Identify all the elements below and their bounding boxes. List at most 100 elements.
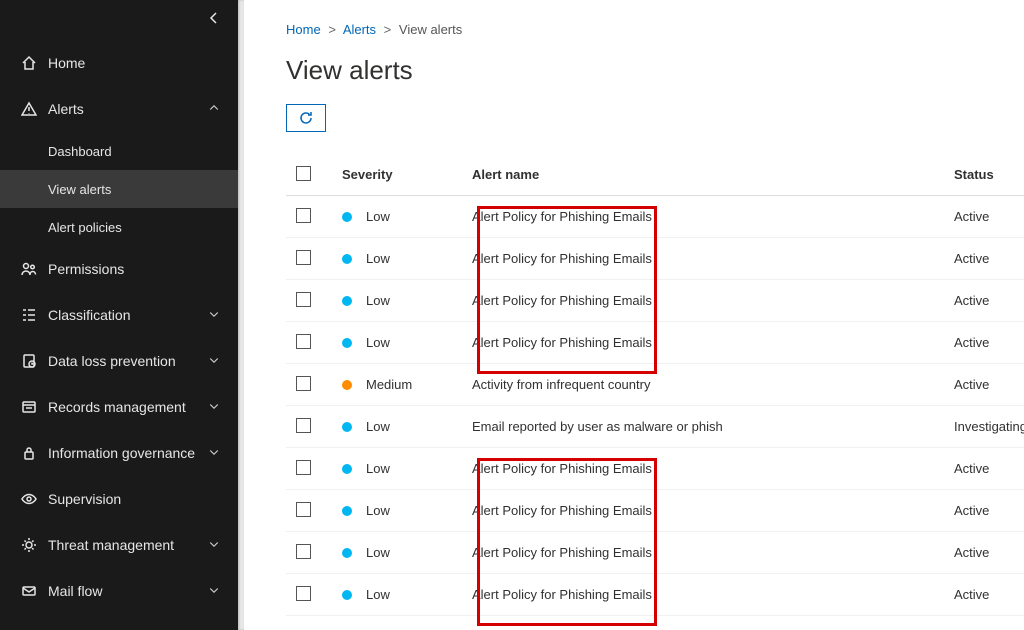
row-severity: Low bbox=[342, 545, 472, 560]
row-alert-name: Activity from infrequent country bbox=[472, 377, 954, 392]
table-row[interactable]: LowAlert Policy for Phishing EmailsActiv… bbox=[286, 238, 1024, 280]
severity-text: Low bbox=[366, 419, 390, 434]
chevron-down-icon bbox=[208, 538, 220, 553]
table-row[interactable]: LowAlert Policy for Phishing EmailsActiv… bbox=[286, 322, 1024, 364]
severity-dot-icon bbox=[342, 254, 352, 264]
col-severity[interactable]: Severity bbox=[342, 167, 472, 182]
nav-supervision[interactable]: Supervision bbox=[0, 476, 238, 522]
nav-records[interactable]: Records management bbox=[0, 384, 238, 430]
nav-alerts-submenu: Dashboard View alerts Alert policies bbox=[0, 132, 238, 246]
row-severity: Low bbox=[342, 251, 472, 266]
select-all-checkbox[interactable] bbox=[296, 166, 311, 181]
table-row[interactable]: Low Alert Policy for Phishing EmailsActiv… bbox=[286, 280, 1024, 322]
row-checkbox[interactable] bbox=[296, 418, 311, 433]
nav-alerts-view[interactable]: View alerts bbox=[0, 170, 238, 208]
severity-dot-icon bbox=[342, 422, 352, 432]
row-alert-name: Alert Policy for Phishing Emails bbox=[472, 209, 954, 224]
dlp-icon bbox=[18, 353, 40, 369]
nav-threat[interactable]: Threat management bbox=[0, 522, 238, 568]
table-body: LowAlert Policy for Phishing EmailsActiv… bbox=[286, 196, 1024, 616]
row-alert-name: Alert Policy for Phishing Emails bbox=[472, 335, 954, 350]
row-checkbox[interactable] bbox=[296, 250, 311, 265]
row-severity: Low bbox=[342, 503, 472, 518]
nav-threat-label: Threat management bbox=[48, 537, 208, 553]
severity-text: Low bbox=[366, 209, 390, 224]
row-status: Active bbox=[954, 503, 1024, 518]
row-check-cell bbox=[286, 586, 342, 604]
row-checkbox[interactable] bbox=[296, 334, 311, 349]
row-checkbox[interactable] bbox=[296, 502, 311, 517]
nav-sub-label: Dashboard bbox=[48, 144, 112, 159]
refresh-button[interactable] bbox=[286, 104, 326, 132]
nav-sub-label: Alert policies bbox=[48, 220, 122, 235]
nav-dlp-label: Data loss prevention bbox=[48, 353, 208, 369]
table-row[interactable]: LowAlert Policy for Phishing EmailsActiv… bbox=[286, 574, 1024, 616]
table-row[interactable]: LowAlert Policy for Phishing EmailsActiv… bbox=[286, 532, 1024, 574]
row-alert-name: Alert Policy for Phishing Emails bbox=[472, 293, 954, 308]
row-checkbox[interactable] bbox=[296, 544, 311, 559]
sidebar-collapse-button[interactable] bbox=[206, 10, 222, 29]
nav-supervision-label: Supervision bbox=[48, 491, 220, 507]
nav-classification-label: Classification bbox=[48, 307, 208, 323]
row-checkbox[interactable] bbox=[296, 586, 311, 601]
row-alert-name: Alert Policy for Phishing Emails bbox=[472, 587, 954, 602]
breadcrumb-sep: > bbox=[384, 22, 392, 37]
breadcrumb-current: View alerts bbox=[399, 22, 462, 37]
nav-classification[interactable]: Classification bbox=[0, 292, 238, 338]
breadcrumb-alerts[interactable]: Alerts bbox=[343, 22, 376, 37]
chevron-down-icon bbox=[208, 446, 220, 461]
severity-dot-icon bbox=[342, 590, 352, 600]
refresh-icon bbox=[298, 110, 314, 126]
severity-dot-icon bbox=[342, 380, 352, 390]
row-checkbox[interactable] bbox=[296, 292, 311, 307]
page-title: View alerts bbox=[286, 55, 1024, 86]
table-row[interactable]: LowAlert Policy for Phishing EmailsActiv… bbox=[286, 448, 1024, 490]
nav-alerts-label: Alerts bbox=[48, 101, 208, 117]
severity-dot-icon bbox=[342, 464, 352, 474]
nav-alerts-policies[interactable]: Alert policies bbox=[0, 208, 238, 246]
table-row[interactable]: MediumActivity from infrequent countryAc… bbox=[286, 364, 1024, 406]
sidebar: Home Alerts Dashboard View alerts Alert … bbox=[0, 0, 238, 630]
row-status: Active bbox=[954, 545, 1024, 560]
severity-text: Low bbox=[366, 461, 390, 476]
row-checkbox[interactable] bbox=[296, 208, 311, 223]
row-check-cell bbox=[286, 418, 342, 436]
table-row[interactable]: LowEmail reported by user as malware or … bbox=[286, 406, 1024, 448]
nav-home[interactable]: Home bbox=[0, 40, 238, 86]
breadcrumb: Home > Alerts > View alerts bbox=[286, 22, 1024, 37]
chevron-down-icon bbox=[208, 400, 220, 415]
nav-permissions[interactable]: Permissions bbox=[0, 246, 238, 292]
row-status: Active bbox=[954, 293, 1024, 308]
row-status: Investigating bbox=[954, 419, 1024, 434]
severity-dot-icon bbox=[342, 296, 352, 306]
severity-text: Low bbox=[366, 503, 390, 518]
records-icon bbox=[18, 399, 40, 415]
nav-alerts-dashboard[interactable]: Dashboard bbox=[0, 132, 238, 170]
table-row[interactable]: Low Alert Policy for Phishing EmailsActiv… bbox=[286, 490, 1024, 532]
nav-alerts[interactable]: Alerts bbox=[0, 86, 238, 132]
row-severity: Medium bbox=[342, 377, 472, 392]
col-name[interactable]: Alert name bbox=[472, 167, 954, 182]
row-alert-name: Alert Policy for Phishing Emails bbox=[472, 503, 954, 518]
severity-dot-icon bbox=[342, 548, 352, 558]
row-status: Active bbox=[954, 251, 1024, 266]
row-check-cell bbox=[286, 460, 342, 478]
alert-icon bbox=[18, 101, 40, 117]
nav-dlp[interactable]: Data loss prevention bbox=[0, 338, 238, 384]
nav-mail-flow-label: Mail flow bbox=[48, 583, 208, 599]
row-check-cell bbox=[286, 544, 342, 562]
nav-records-label: Records management bbox=[48, 399, 208, 415]
col-status[interactable]: Status bbox=[954, 167, 1024, 182]
breadcrumb-home[interactable]: Home bbox=[286, 22, 321, 37]
severity-text: Low bbox=[366, 293, 390, 308]
table-row[interactable]: LowAlert Policy for Phishing EmailsActiv… bbox=[286, 196, 1024, 238]
nav-mail-flow[interactable]: Mail flow bbox=[0, 568, 238, 614]
row-checkbox[interactable] bbox=[296, 376, 311, 391]
chevron-down-icon bbox=[208, 308, 220, 323]
row-check-cell bbox=[286, 292, 342, 310]
nav-info-gov[interactable]: Information governance bbox=[0, 430, 238, 476]
severity-text: Medium bbox=[366, 377, 412, 392]
row-checkbox[interactable] bbox=[296, 460, 311, 475]
severity-dot-icon bbox=[342, 506, 352, 516]
row-check-cell bbox=[286, 250, 342, 268]
